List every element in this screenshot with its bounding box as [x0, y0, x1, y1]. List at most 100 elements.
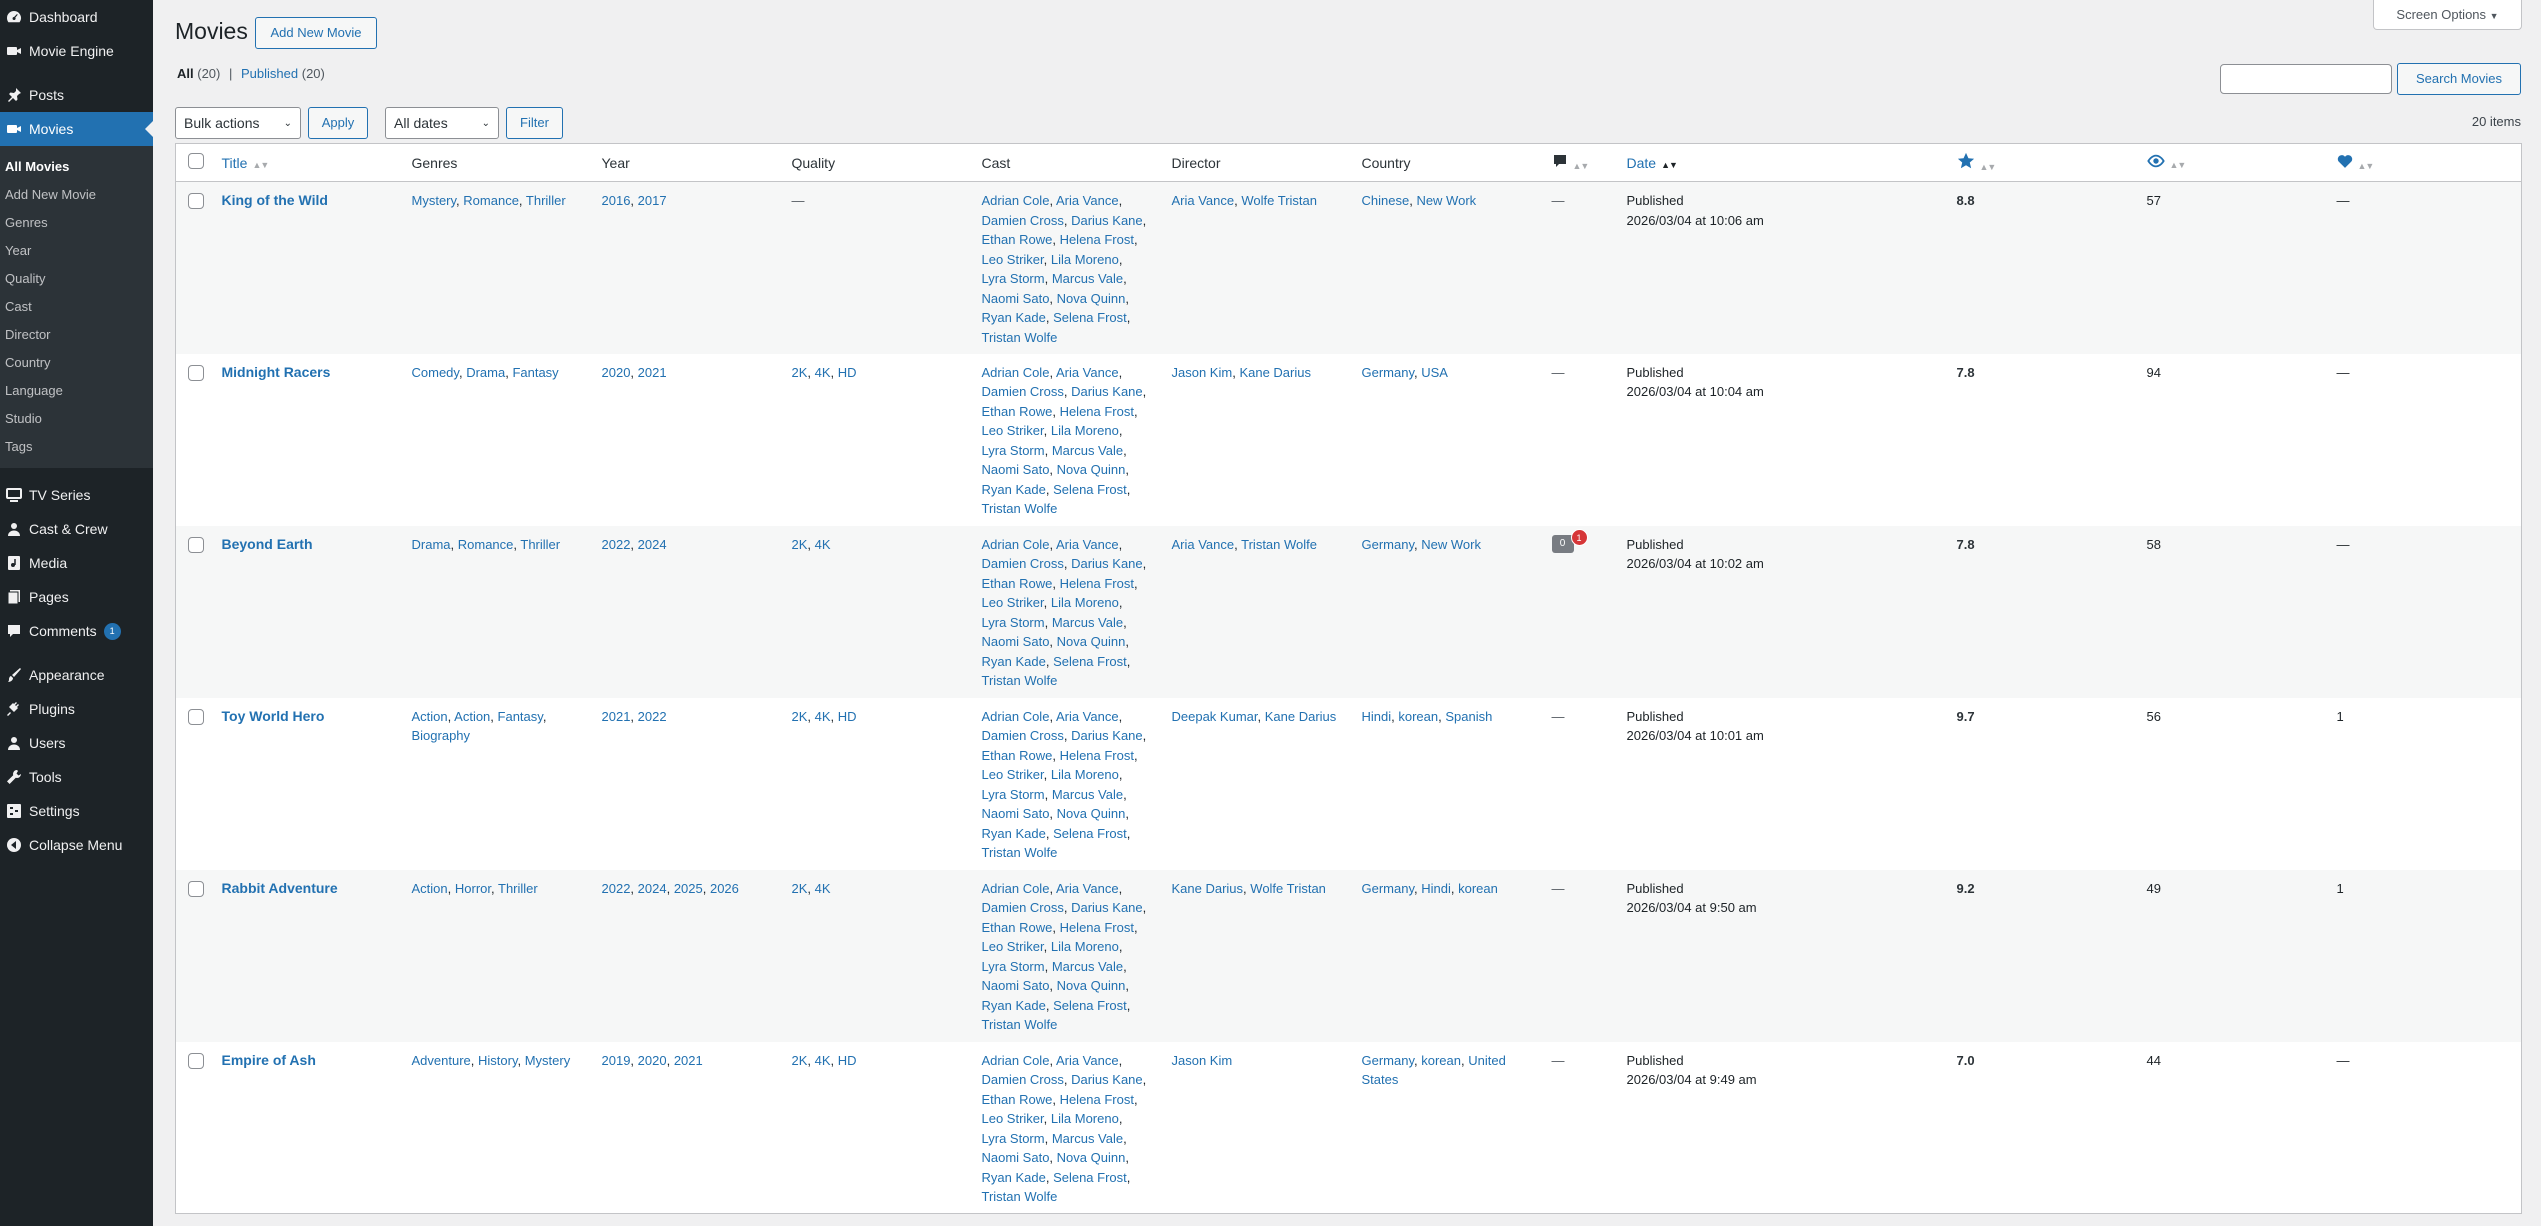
cast-link[interactable]: Leo Striker [982, 1111, 1044, 1126]
genre-link[interactable]: Romance [463, 193, 519, 208]
cast-link[interactable]: Leo Striker [982, 423, 1044, 438]
year-link[interactable]: 2017 [638, 193, 667, 208]
menu-pages[interactable]: Pages [0, 580, 153, 614]
cast-link[interactable]: Naomi Sato [982, 634, 1050, 649]
cast-link[interactable]: Leo Striker [982, 595, 1044, 610]
quality-link[interactable]: 4K [815, 537, 831, 552]
cast-link[interactable]: Nova Quinn [1057, 1150, 1126, 1165]
year-link[interactable]: 2019 [602, 1053, 631, 1068]
submenu-item[interactable]: Cast [0, 293, 153, 321]
cast-link[interactable]: Darius Kane [1071, 1072, 1143, 1087]
country-link[interactable]: korean [1458, 881, 1498, 896]
country-link[interactable]: Hindi [1421, 881, 1451, 896]
cast-link[interactable]: Aria Vance [1056, 1053, 1119, 1068]
cast-link[interactable]: Lyra Storm [982, 787, 1045, 802]
country-link[interactable]: Hindi [1362, 709, 1392, 724]
cast-link[interactable]: Ryan Kade [982, 654, 1046, 669]
movie-title-link[interactable]: Toy World Hero [222, 708, 325, 724]
genre-link[interactable]: Fantasy [498, 709, 543, 724]
cast-link[interactable]: Nova Quinn [1057, 634, 1126, 649]
quality-link[interactable]: 2K [792, 709, 808, 724]
filter-button[interactable]: Filter [506, 107, 563, 139]
country-link[interactable]: Spanish [1445, 709, 1492, 724]
cast-link[interactable]: Lyra Storm [982, 271, 1045, 286]
movie-title-link[interactable]: Beyond Earth [222, 536, 313, 552]
menu-tv-series[interactable]: TV Series [0, 478, 153, 512]
submenu-item[interactable]: All Movies [0, 153, 153, 181]
cast-link[interactable]: Ethan Rowe [982, 920, 1053, 935]
genre-link[interactable]: Action [412, 709, 448, 724]
row-checkbox[interactable] [188, 880, 204, 897]
cast-link[interactable]: Naomi Sato [982, 291, 1050, 306]
cast-link[interactable]: Ryan Kade [982, 998, 1046, 1013]
country-link[interactable]: Germany [1362, 1053, 1415, 1068]
column-rating[interactable]: ▲▼ [1946, 143, 2137, 182]
cast-link[interactable]: Aria Vance [1056, 193, 1119, 208]
menu-appearance[interactable]: Appearance [0, 658, 153, 692]
genre-link[interactable]: Mystery [412, 193, 457, 208]
cast-link[interactable]: Lila Moreno [1051, 423, 1119, 438]
genre-link[interactable]: Adventure [412, 1053, 471, 1068]
cast-link[interactable]: Adrian Cole [982, 537, 1050, 552]
movie-title-link[interactable]: Midnight Racers [222, 364, 331, 380]
cast-link[interactable]: Naomi Sato [982, 806, 1050, 821]
cast-link[interactable]: Leo Striker [982, 939, 1044, 954]
quality-link[interactable]: 4K [815, 1053, 831, 1068]
director-link[interactable]: Aria Vance [1172, 537, 1235, 552]
cast-link[interactable]: Ryan Kade [982, 1170, 1046, 1185]
cast-link[interactable]: Damien Cross [982, 728, 1064, 743]
menu-movies[interactable]: Movies [0, 112, 153, 146]
menu-plugins[interactable]: Plugins [0, 692, 153, 726]
menu-comments[interactable]: Comments 1 [0, 614, 153, 648]
submenu-item[interactable]: Studio [0, 405, 153, 433]
quality-link[interactable]: 2K [792, 881, 808, 896]
menu-cast-crew[interactable]: Cast & Crew [0, 512, 153, 546]
cast-link[interactable]: Ryan Kade [982, 310, 1046, 325]
country-link[interactable]: New Work [1416, 193, 1476, 208]
cast-link[interactable]: Helena Frost [1060, 748, 1134, 763]
cast-link[interactable]: Lyra Storm [982, 1131, 1045, 1146]
cast-link[interactable]: Lyra Storm [982, 615, 1045, 630]
cast-link[interactable]: Ethan Rowe [982, 1092, 1053, 1107]
country-link[interactable]: Germany [1362, 537, 1415, 552]
menu-dashboard[interactable]: Dashboard [0, 0, 153, 34]
cast-link[interactable]: Darius Kane [1071, 728, 1143, 743]
bulk-actions-select[interactable]: Bulk actions ⌄ [175, 107, 301, 139]
year-link[interactable]: 2021 [674, 1053, 703, 1068]
cast-link[interactable]: Aria Vance [1056, 881, 1119, 896]
country-link[interactable]: korean [1398, 709, 1438, 724]
quality-link[interactable]: HD [838, 709, 857, 724]
genre-link[interactable]: Fantasy [512, 365, 558, 380]
cast-link[interactable]: Tristan Wolfe [982, 330, 1058, 345]
cast-link[interactable]: Marcus Vale [1052, 1131, 1123, 1146]
genre-link[interactable]: Action [454, 709, 490, 724]
cast-link[interactable]: Aria Vance [1056, 365, 1119, 380]
genre-link[interactable]: Comedy [412, 365, 459, 380]
country-link[interactable]: Chinese [1362, 193, 1410, 208]
submenu-item[interactable]: Quality [0, 265, 153, 293]
cast-link[interactable]: Tristan Wolfe [982, 1017, 1058, 1032]
cast-link[interactable]: Lila Moreno [1051, 595, 1119, 610]
country-link[interactable]: Germany [1362, 365, 1415, 380]
quality-link[interactable]: 4K [815, 709, 831, 724]
cast-link[interactable]: Marcus Vale [1052, 787, 1123, 802]
cast-link[interactable]: Darius Kane [1071, 900, 1143, 915]
cast-link[interactable]: Tristan Wolfe [982, 501, 1058, 516]
quality-link[interactable]: 4K [815, 365, 831, 380]
director-link[interactable]: Kane Darius [1172, 881, 1244, 896]
search-input[interactable] [2220, 64, 2392, 94]
year-link[interactable]: 2024 [638, 881, 667, 896]
cast-link[interactable]: Helena Frost [1060, 232, 1134, 247]
menu-tools[interactable]: Tools [0, 760, 153, 794]
genre-link[interactable]: Thriller [526, 193, 566, 208]
country-link[interactable]: USA [1421, 365, 1448, 380]
year-link[interactable]: 2022 [602, 537, 631, 552]
select-all-checkbox[interactable] [188, 153, 204, 169]
genre-link[interactable]: Drama [466, 365, 505, 380]
menu-movie-engine[interactable]: Movie Engine [0, 34, 153, 68]
cast-link[interactable]: Marcus Vale [1052, 443, 1123, 458]
cast-link[interactable]: Tristan Wolfe [982, 1189, 1058, 1204]
year-link[interactable]: 2020 [638, 1053, 667, 1068]
submenu-item[interactable]: Country [0, 349, 153, 377]
quality-link[interactable]: 4K [815, 881, 831, 896]
